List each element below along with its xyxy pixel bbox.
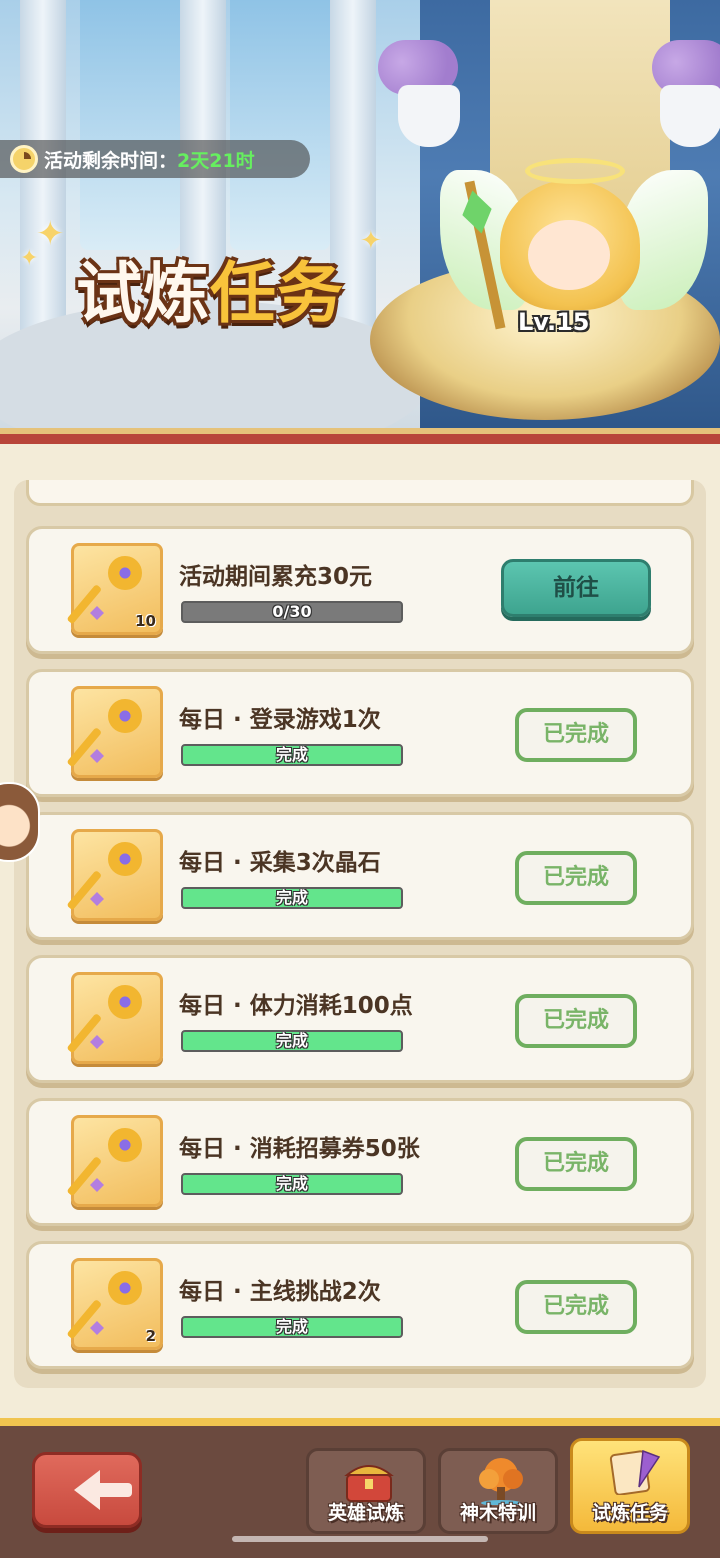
event-timer: 活动剩余时间： 2天21时: [0, 140, 310, 178]
task-row: 2 每日 · 主线挑战2次 完成 已完成: [26, 1241, 694, 1369]
completed-button[interactable]: 已完成: [515, 994, 637, 1048]
sparkle-icon: ✦: [20, 246, 39, 271]
event-banner: Lv.15 活动剩余时间： 2天21时 ✦ ✦ ✦ 试炼任务: [0, 0, 720, 440]
completed-button[interactable]: 已完成: [515, 1137, 637, 1191]
reward-count: 10: [135, 612, 156, 630]
reward-item[interactable]: [66, 972, 163, 1064]
back-arrow-icon: [74, 1470, 132, 1510]
progress-bar: 完成: [181, 1030, 403, 1052]
task-row: 每日 · 登录游戏1次 完成 已完成: [26, 669, 694, 797]
title-part-1: 试炼: [76, 255, 210, 332]
timer-label: 活动剩余时间：: [44, 149, 178, 172]
title-part-2: 任务: [210, 255, 344, 332]
completed-button[interactable]: 已完成: [515, 1280, 637, 1334]
timer-value: 2天21时: [177, 149, 255, 172]
panel-border: [0, 428, 720, 450]
task-name: 每日 · 体力消耗100点: [179, 993, 413, 1019]
scroll-quill-icon: [609, 1449, 661, 1495]
reward-item[interactable]: [66, 686, 163, 778]
hero-level: Lv.15: [518, 308, 590, 336]
tab-label: 英雄试炼: [327, 1502, 404, 1524]
reward-item[interactable]: 10: [66, 543, 163, 635]
completed-button[interactable]: 已完成: [515, 851, 637, 905]
task-name: 每日 · 登录游戏1次: [179, 707, 381, 733]
completed-button[interactable]: 已完成: [515, 708, 637, 762]
tab-hero-trial[interactable]: 英雄试炼: [306, 1448, 426, 1534]
task-name: 每日 · 消耗招募券50张: [179, 1136, 420, 1162]
floating-avatar-icon[interactable]: [0, 782, 40, 862]
reward-item[interactable]: 2: [66, 1258, 163, 1350]
go-button[interactable]: 前往: [501, 559, 651, 617]
progress-text: 完成: [275, 1317, 308, 1336]
task-list[interactable]: 10 活动期间累充30元 0/30 前往 每日 · 登录游戏1次 完成 已完成 …: [14, 480, 706, 1388]
background-arch: [80, 0, 180, 250]
key-icon: [66, 1128, 150, 1198]
key-icon: [66, 842, 150, 912]
task-row: 10 活动期间累充30元 0/30 前往: [26, 526, 694, 654]
key-icon: [66, 1271, 150, 1341]
reward-count: 2: [145, 1327, 156, 1345]
sparkle-icon: ✦: [360, 226, 382, 256]
progress-text: 完成: [275, 888, 308, 907]
progress-text: 完成: [275, 1174, 308, 1193]
progress-bar: 完成: [181, 1316, 403, 1338]
task-row: 每日 · 采集3次晶石 完成 已完成: [26, 812, 694, 940]
home-indicator[interactable]: [232, 1536, 488, 1542]
progress-bar: 完成: [181, 887, 403, 909]
background-arch: [230, 0, 330, 250]
page-title: 试炼任务: [76, 240, 344, 336]
progress-text: 完成: [275, 745, 308, 764]
task-row: 每日 · 体力消耗100点 完成 已完成: [26, 955, 694, 1083]
task-name: 每日 · 采集3次晶石: [179, 850, 381, 876]
tab-divine-tree[interactable]: 神木特训: [438, 1448, 558, 1534]
progress-bar: 0/30: [181, 601, 403, 623]
vase-decoration: [660, 85, 720, 147]
reward-item[interactable]: [66, 829, 163, 921]
progress-text: 完成: [275, 1031, 308, 1050]
vase-decoration: [398, 85, 460, 147]
halo-icon: [525, 158, 625, 184]
back-button[interactable]: [32, 1452, 142, 1528]
progress-bar: 完成: [181, 744, 403, 766]
key-icon: [66, 699, 150, 769]
task-name: 每日 · 主线挑战2次: [179, 1279, 381, 1305]
progress-text: 0/30: [272, 602, 312, 621]
clock-icon: [10, 145, 38, 173]
list-item-partial: [26, 480, 694, 506]
task-row: 每日 · 消耗招募券50张 完成 已完成: [26, 1098, 694, 1226]
sparkle-icon: ✦: [36, 214, 65, 254]
tab-trial-tasks[interactable]: 试炼任务: [570, 1438, 690, 1534]
reward-item[interactable]: [66, 1115, 163, 1207]
progress-bar: 完成: [181, 1173, 403, 1195]
tab-label: 神木特训: [459, 1502, 536, 1524]
task-name: 活动期间累充30元: [179, 564, 373, 590]
hero-face: [528, 220, 610, 290]
tab-label: 试炼任务: [591, 1502, 668, 1524]
key-icon: [66, 985, 150, 1055]
